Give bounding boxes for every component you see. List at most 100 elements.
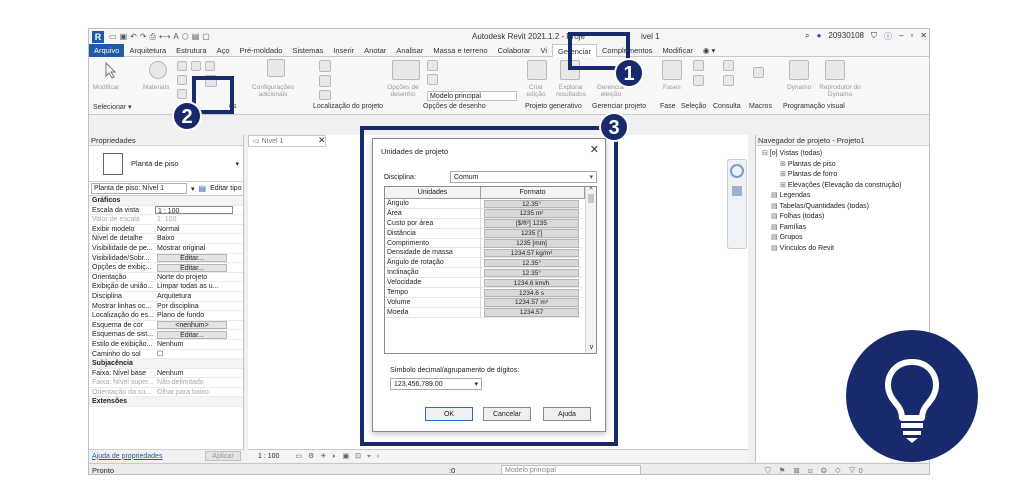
property-row[interactable]: Caminho do sol ☐: [89, 350, 243, 360]
tree-node-icon[interactable]: ⊟: [762, 150, 770, 157]
tree-node-icon[interactable]: ⊞: [780, 171, 788, 178]
unit-format-button[interactable]: 1234.6 s: [484, 288, 579, 298]
tab-estrutura[interactable]: Estrutura: [171, 44, 211, 57]
cancel-button[interactable]: Cancelar: [483, 407, 531, 421]
select-save-icon[interactable]: [693, 75, 704, 86]
scroll-up-icon[interactable]: ^: [586, 187, 596, 194]
browser-item[interactable]: ▤ Tabelas/Quantidades (todas): [771, 202, 869, 210]
undo-icon[interactable]: ↶: [130, 32, 137, 42]
object-styles-icon[interactable]: [177, 61, 187, 71]
macros-icon[interactable]: [753, 67, 764, 78]
property-value[interactable]: Editar...: [155, 254, 233, 263]
unit-format-button[interactable]: 1235 m²: [484, 209, 579, 218]
pick-to-edit-icon[interactable]: [427, 74, 438, 85]
unit-format-button[interactable]: 12.35°: [484, 268, 579, 278]
select-by-id-icon[interactable]: [693, 60, 704, 71]
tree-node-icon[interactable]: ▤: [771, 245, 780, 252]
property-row[interactable]: Orientação da su... Olhar para baixo: [89, 388, 243, 398]
property-row[interactable]: Disciplina Arquitetura: [89, 292, 243, 302]
scroll-down-icon[interactable]: v: [586, 344, 597, 351]
navigation-bar[interactable]: [727, 159, 747, 249]
create-study-icon[interactable]: [527, 60, 547, 80]
property-row[interactable]: Nível de detalhe Baixo: [89, 234, 243, 244]
property-row[interactable]: Opções de exibiç... Editar...: [89, 263, 243, 273]
tab-arquivo[interactable]: Arquivo: [89, 43, 125, 57]
close-icon[interactable]: ✕: [318, 135, 326, 146]
view-controls-icons[interactable]: ▭ ⚙ ☀ ◐ ▣ ⊡ ⌖ ‹: [295, 452, 381, 461]
browser-item[interactable]: ⊞ Plantas de forro: [780, 170, 837, 178]
property-row[interactable]: Mostrar linhas oc... Por disciplina: [89, 302, 243, 312]
settings-wrench-icon[interactable]: [267, 59, 285, 77]
tab-analisar[interactable]: Analisar: [391, 44, 428, 57]
location-icon[interactable]: [319, 60, 331, 72]
materials-icon[interactable]: [149, 61, 167, 79]
apply-button[interactable]: Aplicar: [205, 451, 241, 461]
help-button[interactable]: Ajuda: [543, 407, 591, 421]
property-row[interactable]: Esquemas de sist... Editar...: [89, 330, 243, 340]
view-scale[interactable]: 1 : 100: [258, 453, 279, 460]
property-row[interactable]: Escala da vista 1 : 100: [89, 205, 243, 216]
open-icon[interactable]: ▭: [109, 32, 117, 42]
tab-aco[interactable]: Aço: [212, 44, 235, 57]
browser-item[interactable]: ▤ Folhas (todas): [771, 212, 824, 220]
edit-type-icon[interactable]: ▤: [199, 184, 207, 193]
text-icon[interactable]: A: [173, 32, 178, 42]
dynamo-icon[interactable]: [789, 60, 809, 80]
warnings-icon[interactable]: [723, 75, 734, 86]
property-value[interactable]: Editar...: [155, 330, 233, 339]
minimize-button[interactable]: –: [899, 31, 903, 42]
browser-item[interactable]: ▤ Grupos: [771, 233, 803, 241]
property-edit-button[interactable]: Editar...: [157, 330, 227, 339]
view-tab-nivel-1[interactable]: ▭ Nível 1: [248, 135, 326, 147]
save-icon[interactable]: ▣: [120, 32, 128, 42]
properties-help-link[interactable]: Ajuda de propriedades: [92, 453, 162, 460]
browser-item[interactable]: ▤ Famílias: [771, 223, 806, 231]
tab-arquitetura[interactable]: Arquitetura: [124, 44, 171, 57]
browser-item[interactable]: ⊟ [o] Vistas (todas): [762, 149, 822, 157]
coordinates-icon[interactable]: [319, 75, 331, 87]
tree-node-icon[interactable]: ▤: [771, 213, 780, 220]
property-row[interactable]: Orientação Norte do projeto: [89, 273, 243, 283]
section-graficos[interactable]: Gráficos: [89, 196, 243, 206]
switch-windows-icon[interactable]: ▤: [192, 32, 200, 42]
property-row[interactable]: Visibilidade/Sobr... Editar...: [89, 254, 243, 264]
unit-format-button[interactable]: 1235 [mm]: [484, 239, 579, 248]
status-icons[interactable]: ⛉ ⚑ ⊠ ⊡ ◎ ◇ ▽0: [765, 464, 866, 474]
tab-inserir[interactable]: Inserir: [328, 44, 359, 57]
unit-format-button[interactable]: 1234.6 km/h: [484, 278, 579, 288]
unit-format-button[interactable]: 1234.57 kg/m³: [484, 248, 579, 258]
ribbon-options-icon[interactable]: ◉ ▾: [698, 44, 720, 57]
close-hidden-icon[interactable]: ▢: [202, 32, 210, 42]
project-parameters-icon[interactable]: [177, 75, 187, 85]
browser-item[interactable]: ⊞ Plantas de piso: [780, 160, 836, 168]
unit-format-button[interactable]: 1234.57 m³: [484, 298, 579, 307]
property-value[interactable]: <nenhum>: [155, 321, 233, 330]
redo-icon[interactable]: ↷: [140, 32, 147, 42]
property-row[interactable]: Localização do es... Plano de fundo: [89, 311, 243, 321]
revit-logo[interactable]: R: [92, 30, 104, 43]
units-scrollbar[interactable]: ^ v: [585, 187, 596, 353]
property-row[interactable]: Faixa: Nível super... Não delimitado: [89, 378, 243, 388]
property-edit-button[interactable]: Editar...: [157, 254, 227, 263]
tree-node-icon[interactable]: ▤: [771, 224, 780, 231]
section-extensoes[interactable]: Extensões: [89, 397, 243, 408]
restore-button[interactable]: ▫: [910, 31, 913, 42]
search-icon[interactable]: ⌕: [805, 31, 809, 42]
decimal-symbol-select[interactable]: 123,456,789.00 ▾: [390, 378, 482, 390]
snaps-icon[interactable]: [191, 61, 201, 71]
tree-node-icon[interactable]: ⊞: [780, 182, 788, 189]
property-row[interactable]: Esquema de cor <nenhum>: [89, 321, 243, 331]
dynamo-player-icon[interactable]: [825, 60, 845, 80]
add-to-set-icon[interactable]: [427, 60, 438, 71]
position-icon[interactable]: [319, 90, 331, 100]
print-icon[interactable]: ⎙: [150, 32, 156, 42]
ids-icon[interactable]: [723, 60, 734, 71]
tab-pre-moldado[interactable]: Pré-moldado: [235, 44, 288, 57]
steering-wheel-icon[interactable]: [730, 164, 744, 178]
tab-vista[interactable]: Vi: [536, 44, 553, 57]
property-row[interactable]: Valor de escala 1: 100: [89, 215, 243, 225]
shared-parameters-icon[interactable]: [177, 89, 187, 99]
help-icon[interactable]: ⓘ: [884, 31, 892, 42]
scroll-thumb[interactable]: [588, 194, 594, 203]
user-icon[interactable]: ●: [817, 31, 822, 42]
